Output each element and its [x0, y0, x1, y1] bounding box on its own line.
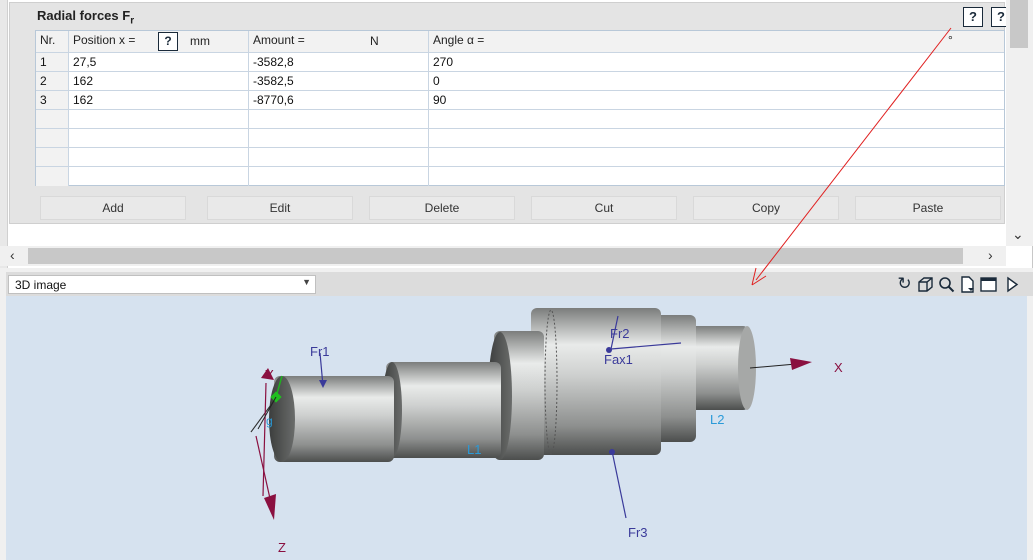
header-angle: Angle α = [429, 31, 1004, 53]
shaft-body[interactable] [269, 308, 756, 462]
header-angle-label: Angle α = [433, 33, 485, 47]
panel-left-edge [0, 0, 8, 268]
vertical-scrollbar[interactable]: ⌄ [1006, 0, 1033, 246]
table-row-1-nr[interactable]: 1 [36, 53, 69, 72]
table-row-3-amount[interactable]: -8770,6 [249, 91, 429, 110]
table-empty-row-nr[interactable] [36, 148, 69, 167]
horizontal-scrollbar-thumb[interactable] [28, 248, 963, 264]
table-row-2-position[interactable]: 162 [69, 72, 249, 91]
table-empty-cell[interactable] [249, 110, 429, 129]
label-origin-g: g [266, 414, 273, 428]
table-empty-cell[interactable] [249, 148, 429, 167]
table-empty-cell[interactable] [429, 110, 1004, 129]
shaft-segment-4 [531, 308, 661, 455]
axis-x-arrowhead [790, 358, 812, 370]
info-help-glyph: ? [997, 9, 1005, 24]
table-empty-cell[interactable] [69, 167, 249, 186]
edit-help-glyph: ? [969, 9, 977, 24]
label-fr3: Fr3 [628, 525, 648, 540]
header-position-label: Position x = [73, 33, 136, 47]
table-row-3-position[interactable]: 162 [69, 91, 249, 110]
scroll-down-icon[interactable]: ⌄ [1012, 226, 1024, 243]
paste-button[interactable]: Paste [855, 196, 1001, 220]
axis-z-arrowhead [264, 494, 276, 520]
label-l2: L2 [710, 412, 724, 427]
table-empty-row-nr[interactable] [36, 167, 69, 186]
position-unit: mm [190, 34, 210, 48]
delete-button[interactable]: Delete [369, 196, 515, 220]
table-empty-cell[interactable] [429, 167, 1004, 186]
table-row-2-angle[interactable]: 0 [429, 72, 1004, 91]
3d-viewport[interactable]: Fr1 Fr2 Fax1 Fr3 L1 L2 X Y Z g [6, 296, 1027, 560]
group-title: Radial forces Fr [37, 8, 134, 27]
dropdown-arrow-icon[interactable]: ▼ [302, 277, 311, 287]
angle-unit: ° [948, 33, 953, 47]
shaft-3d-scene: Fr1 Fr2 Fax1 Fr3 L1 L2 X Y Z g [250, 308, 843, 555]
table-empty-cell[interactable] [249, 129, 429, 148]
header-amount: Amount = [249, 31, 429, 53]
table-empty-row-nr[interactable] [36, 110, 69, 129]
window-icon[interactable] [980, 276, 997, 293]
table-row-1-angle[interactable]: 270 [429, 53, 1004, 72]
view-mode-select[interactable]: 3D image ▼ [8, 275, 316, 294]
view-cube-icon[interactable] [917, 276, 934, 293]
table-empty-cell[interactable] [69, 110, 249, 129]
edit-button[interactable]: Edit [207, 196, 353, 220]
zoom-icon[interactable] [938, 276, 955, 293]
table-row-2-nr[interactable]: 2 [36, 72, 69, 91]
table-empty-cell[interactable] [249, 167, 429, 186]
view-toolbar: 3D image ▼ ↻ [6, 272, 1033, 296]
label-axis-z: Z [278, 540, 286, 555]
force-fr3-line [611, 450, 627, 519]
edit-help-icon[interactable]: ? [963, 7, 983, 27]
table-row-3-nr[interactable]: 3 [36, 91, 69, 110]
table-empty-cell[interactable] [69, 148, 249, 167]
scroll-left-icon[interactable]: ‹ [10, 247, 15, 263]
scroll-right-icon[interactable]: › [988, 247, 993, 263]
vertical-scrollbar-thumb[interactable] [1010, 0, 1028, 48]
radial-forces-panel: Radial forces Fr ? ? Nr. Position x = ? … [0, 0, 1033, 268]
label-l1: L1 [467, 442, 481, 457]
radial-forces-table: Nr. Position x = ? mm Amount = N Angle α… [35, 30, 1005, 186]
group-title-text: Radial forces F [37, 8, 131, 23]
horizontal-scrollbar[interactable]: ‹ › [0, 246, 1006, 266]
play-icon[interactable] [1004, 276, 1021, 293]
view-mode-selected: 3D image [15, 278, 67, 292]
label-fr2: Fr2 [610, 326, 630, 341]
cut-button[interactable]: Cut [531, 196, 677, 220]
label-axis-x: X [834, 360, 843, 375]
position-help-icon[interactable]: ? [158, 32, 178, 51]
table-row-2-amount[interactable]: -3582,5 [249, 72, 429, 91]
rotate-icon[interactable]: ↻ [896, 275, 913, 293]
group-title-subscript: r [130, 15, 135, 27]
header-amount-label: Amount = [253, 33, 305, 47]
table-empty-cell[interactable] [429, 148, 1004, 167]
label-fr1: Fr1 [310, 344, 330, 359]
add-button[interactable]: Add [40, 196, 186, 220]
force-fr3-point [609, 449, 615, 455]
axis-x-line [749, 363, 797, 369]
label-fax1: Fax1 [604, 352, 633, 367]
table-row-1-amount[interactable]: -3582,8 [249, 53, 429, 72]
header-nr: Nr. [36, 31, 69, 53]
amount-unit: N [370, 34, 379, 48]
copy-button[interactable]: Copy [693, 196, 839, 220]
table-empty-cell[interactable] [69, 129, 249, 148]
table-empty-row-nr[interactable] [36, 129, 69, 148]
table-row-3-angle[interactable]: 90 [429, 91, 1004, 110]
table-row-1-position[interactable]: 27,5 [69, 53, 249, 72]
label-axis-y: Y [265, 367, 274, 382]
shaft-start-face [269, 376, 295, 462]
table-empty-cell[interactable] [429, 129, 1004, 148]
export-document-icon[interactable] [959, 276, 976, 293]
shaft-segment-2 [386, 362, 501, 458]
